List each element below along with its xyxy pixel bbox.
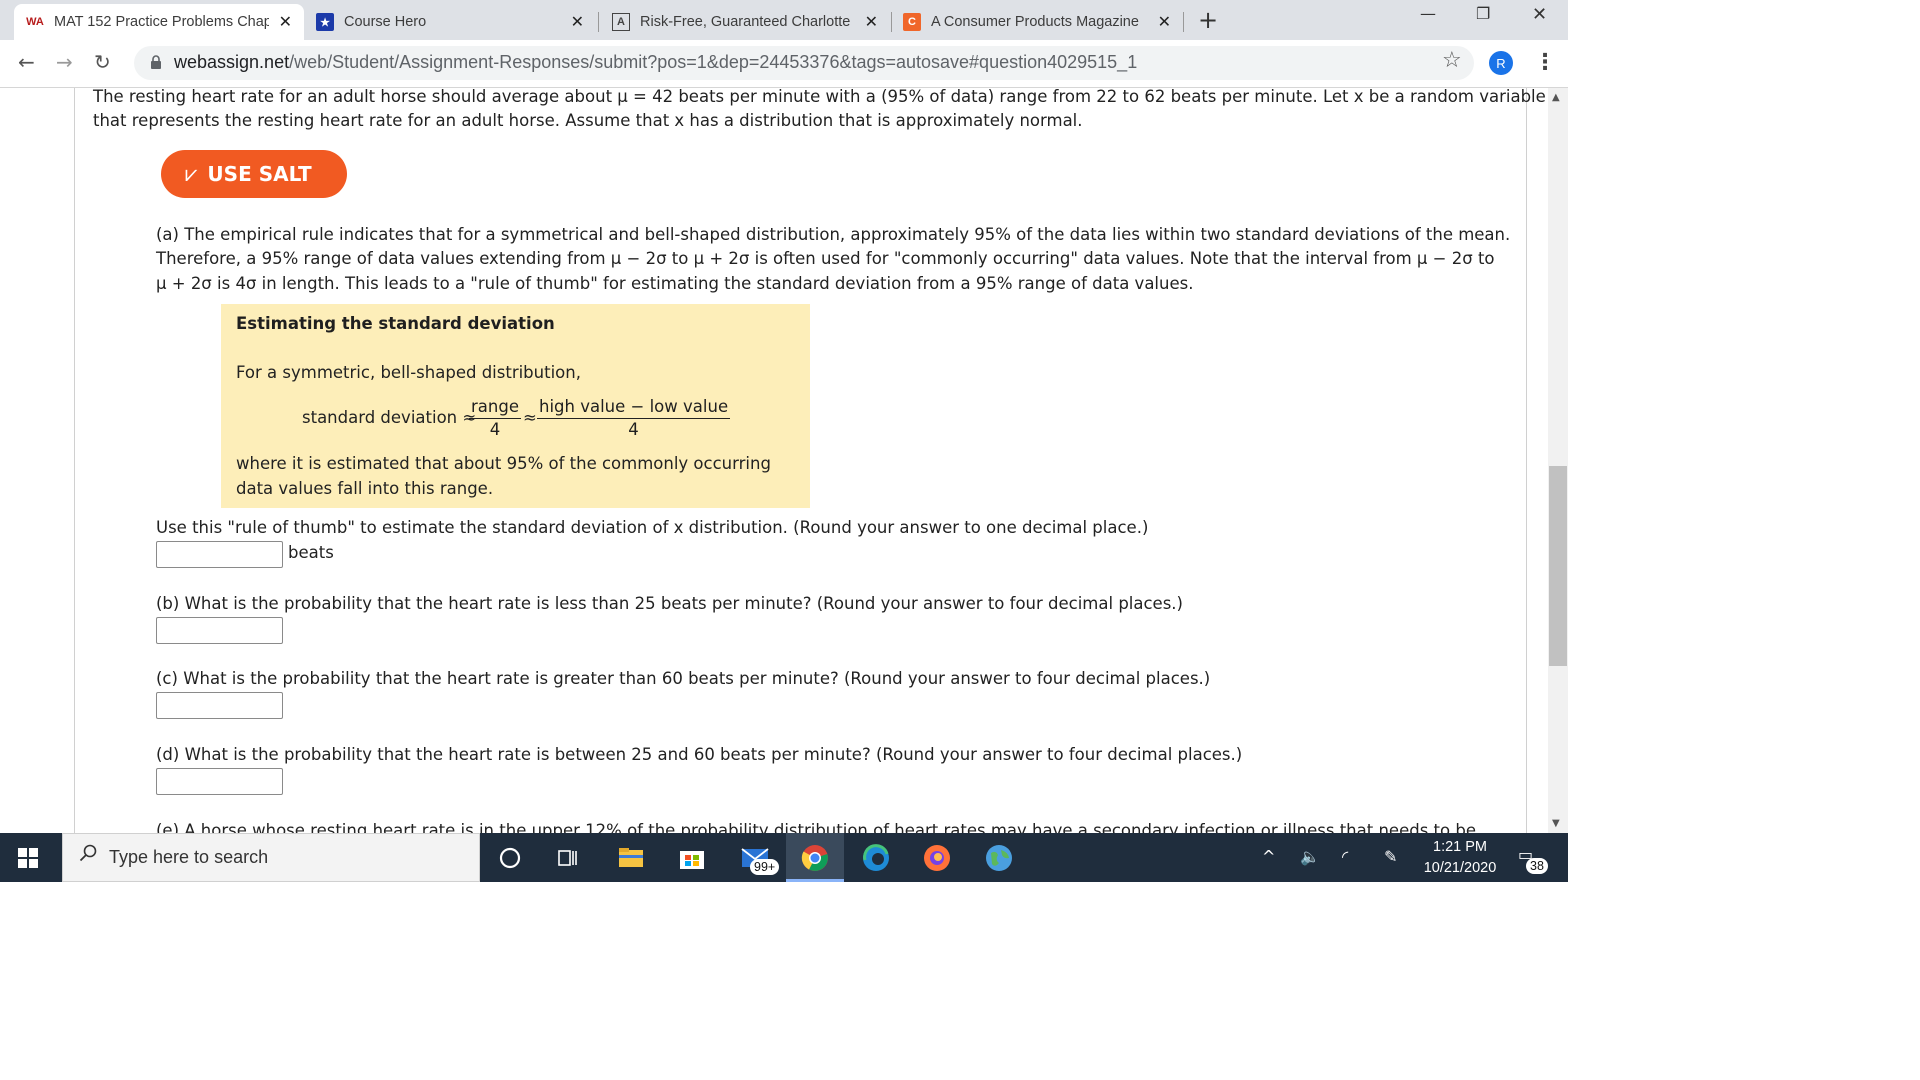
forward-icon[interactable]: →	[56, 50, 73, 74]
range-fraction: range 4	[469, 396, 521, 441]
part-a-text-line2: Therefore, a 95% range of data values ex…	[156, 249, 1495, 268]
question-intro-line2: that represents the resting heart rate f…	[93, 111, 1083, 130]
magazine-favicon-icon: C	[903, 13, 921, 31]
cortana-icon[interactable]	[495, 843, 525, 873]
part-a-prompt: Use this "rule of thumb" to estimate the…	[156, 518, 1149, 537]
back-icon[interactable]: ←	[18, 50, 35, 74]
tab-divider	[598, 12, 599, 32]
tab-divider	[891, 12, 892, 32]
new-tab-icon[interactable]: +	[1198, 6, 1218, 34]
lock-icon	[151, 55, 161, 69]
scroll-down-icon[interactable]: ▼	[1552, 818, 1560, 829]
tab-risk-free[interactable]: A Risk-Free, Guaranteed Charlotte ✕	[600, 4, 890, 40]
page-scrollbar[interactable]	[1548, 88, 1568, 833]
callout-heading: Estimating the standard deviation	[236, 314, 555, 333]
close-tab-icon[interactable]: ✕	[279, 12, 292, 32]
tab-title: Risk-Free, Guaranteed Charlotte	[640, 14, 851, 30]
part-e-prompt: (e) A horse whose resting heart rate is …	[156, 821, 1476, 833]
pen-icon[interactable]: ✎	[1384, 847, 1397, 866]
wifi-icon[interactable]: ◜	[1342, 847, 1348, 866]
profile-avatar[interactable]: R	[1489, 51, 1513, 75]
fraction-denominator: 4	[489, 420, 501, 439]
system-clock[interactable]: 1:21 PM 10/21/2020	[1420, 837, 1500, 879]
high-low-fraction: high value − low value 4	[537, 396, 731, 441]
firefox-icon[interactable]	[922, 843, 952, 873]
content-border	[74, 88, 75, 833]
salt-label: USE SALT	[207, 162, 312, 186]
tray-overflow-icon[interactable]: ^	[1262, 847, 1275, 866]
part-a-text-line3: μ + 2σ is 4σ in length. This leads to a …	[156, 274, 1194, 293]
browser-toolbar: ← → ↻ webassign.net/web/Student/Assignme…	[0, 40, 1568, 88]
content-border	[1526, 88, 1527, 833]
part-c-prompt: (c) What is the probability that the hea…	[156, 669, 1211, 688]
part-a-text-line1: (a) The empirical rule indicates that fo…	[156, 225, 1511, 244]
notification-count-badge: 38	[1526, 858, 1548, 874]
approx-sign: ≈	[523, 408, 537, 427]
task-view-icon[interactable]	[553, 843, 583, 873]
webassign-favicon-icon: WA	[26, 16, 44, 28]
search-placeholder: Type here to search	[109, 847, 269, 867]
fraction-numerator: range	[469, 396, 521, 419]
tab-divider	[1183, 12, 1184, 32]
tab-course-hero[interactable]: ★ Course Hero ✕	[306, 4, 596, 40]
windows-start-icon[interactable]	[18, 848, 38, 868]
page-content: The resting heart rate for an adult hors…	[0, 88, 1548, 833]
globe-app-icon[interactable]	[984, 843, 1014, 873]
callout-note-line1: where it is estimated that about 95% of …	[236, 454, 771, 473]
search-icon	[79, 844, 97, 862]
clock-time: 1:21 PM	[1433, 839, 1487, 855]
chrome-icon[interactable]	[800, 843, 830, 873]
use-salt-button[interactable]: ⩗ USE SALT	[161, 150, 347, 198]
tab-title: Course Hero	[344, 14, 427, 30]
site-favicon-icon: A	[612, 13, 630, 31]
part-d-prompt: (d) What is the probability that the hea…	[156, 745, 1243, 764]
url-text: webassign.net/web/Student/Assignment-Res…	[174, 52, 1138, 72]
minimize-icon[interactable]: —	[1420, 4, 1436, 23]
menu-kebab-icon[interactable]: ⋮	[1534, 50, 1556, 75]
reload-icon[interactable]: ↻	[94, 50, 111, 74]
microsoft-store-icon[interactable]	[677, 843, 707, 873]
volume-icon[interactable]: 🔈	[1300, 847, 1320, 866]
estimating-sd-callout: Estimating the standard deviation For a …	[221, 304, 810, 508]
salt-logo-icon: ⩗	[185, 161, 198, 187]
callout-note-line2: data values fall into this range.	[236, 479, 494, 498]
edge-icon[interactable]	[861, 843, 891, 873]
fraction-numerator: high value − low value	[537, 396, 731, 419]
file-explorer-icon[interactable]	[616, 843, 646, 873]
close-window-icon[interactable]: ✕	[1532, 4, 1547, 25]
tab-title: A Consumer Products Magazine	[931, 14, 1139, 30]
mail-unread-badge: 99+	[750, 859, 780, 875]
taskbar-search-box[interactable]: Type here to search	[62, 833, 480, 882]
close-tab-icon[interactable]: ✕	[1158, 12, 1171, 32]
fraction-denominator: 4	[628, 420, 639, 439]
tab-mat152[interactable]: WA MAT 152 Practice Problems Chap ✕	[14, 4, 304, 40]
course-hero-favicon-icon: ★	[316, 13, 334, 31]
callout-lead: For a symmetric, bell-shaped distributio…	[236, 363, 581, 382]
close-tab-icon[interactable]: ✕	[571, 12, 584, 32]
scrollbar-thumb[interactable]	[1549, 466, 1567, 666]
address-bar[interactable]: webassign.net/web/Student/Assignment-Res…	[134, 46, 1474, 80]
formula-lhs: standard deviation ≈	[302, 408, 477, 427]
close-tab-icon[interactable]: ✕	[865, 12, 878, 32]
clock-date: 10/21/2020	[1423, 860, 1497, 876]
tab-consumer-products[interactable]: C A Consumer Products Magazine ✕	[893, 4, 1183, 40]
windows-taskbar: Type here to search 99+ ^ 🔈 ◜ ✎ 1:21 PM	[0, 833, 1568, 882]
part-b-answer-input[interactable]	[156, 617, 283, 644]
question-intro-line1: The resting heart rate for an adult hors…	[93, 88, 1546, 106]
part-a-unit: beats	[288, 543, 334, 562]
part-b-prompt: (b) What is the probability that the hea…	[156, 594, 1183, 613]
part-a-answer-input[interactable]	[156, 541, 283, 568]
part-c-answer-input[interactable]	[156, 692, 283, 719]
tab-title: MAT 152 Practice Problems Chap	[54, 14, 269, 30]
browser-tab-strip: WA MAT 152 Practice Problems Chap ✕ ★ Co…	[0, 0, 1568, 40]
bookmark-star-icon[interactable]: ☆	[1442, 48, 1462, 73]
part-d-answer-input[interactable]	[156, 768, 283, 795]
restore-icon[interactable]: ❐	[1476, 4, 1490, 23]
scroll-up-icon[interactable]: ▲	[1552, 92, 1560, 103]
